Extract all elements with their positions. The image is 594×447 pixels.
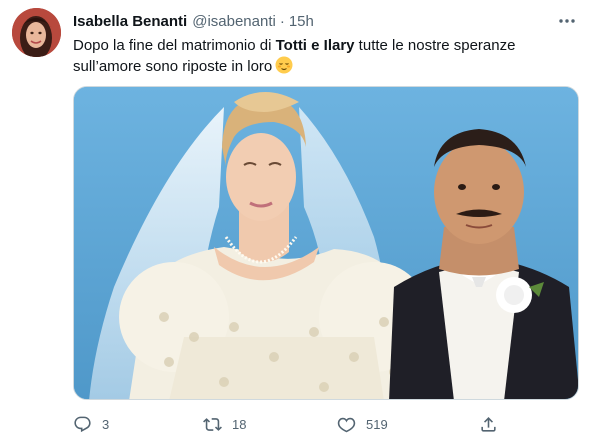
like-button[interactable]: 519 [337,412,388,436]
tweet-text-bold: Totti e Ilary [275,37,355,54]
retweet-button[interactable]: 18 [203,412,246,436]
reply-count: 3 [102,416,110,432]
tweet-text-start: Dopo la fine del matrimonio di [73,37,276,54]
like-count: 519 [366,416,388,432]
author-name[interactable]: Isabella Benanti [73,13,187,30]
tweet-header: Isabella Benanti @isabenanti · 15h [73,10,578,32]
like-icon[interactable] [337,415,356,434]
reply-button[interactable]: 3 [73,412,109,436]
tweet-actions: 3 18 519 [73,412,594,436]
avatar[interactable] [12,8,61,57]
tweet-photo[interactable] [73,86,579,400]
reply-icon[interactable] [73,415,92,434]
relieved-face-emoji [275,56,293,80]
author-handle[interactable]: @isabenanti [192,13,276,30]
tweet-timestamp[interactable]: 15h [289,13,314,30]
tweet-text: Dopo la fine del matrimonio di Totti e I… [73,36,573,80]
more-icon[interactable] [556,10,578,32]
tweet[interactable]: Isabella Benanti @isabenanti · 15h Dopo … [0,0,594,447]
share-button[interactable] [479,412,498,436]
retweet-count: 18 [232,416,247,432]
share-icon[interactable] [479,415,498,434]
retweet-icon[interactable] [203,415,222,434]
separator-dot: · [279,12,285,30]
